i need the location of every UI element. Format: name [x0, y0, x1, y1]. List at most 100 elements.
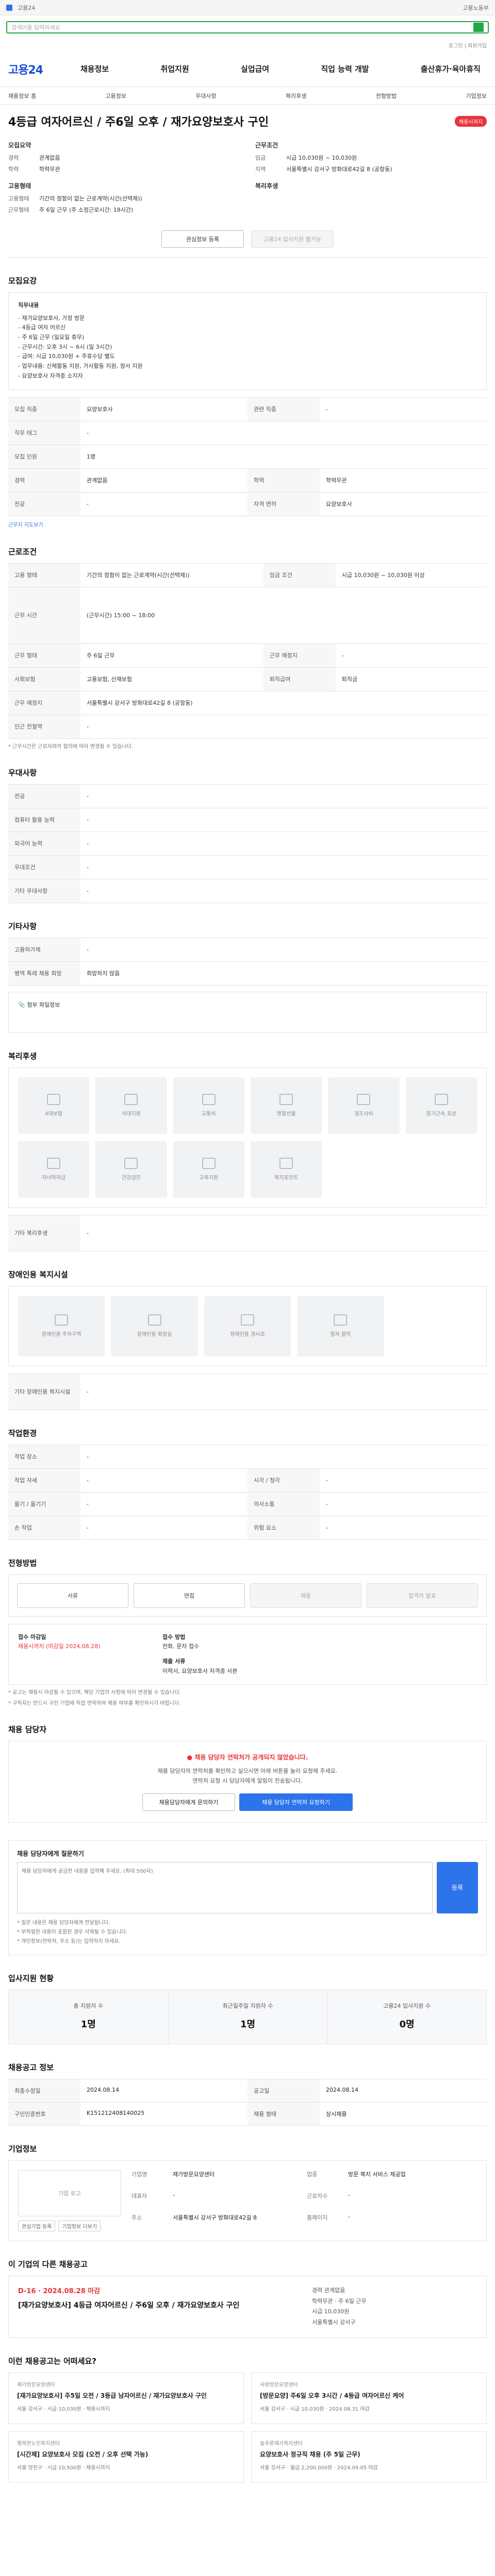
table-cell: - [80, 878, 487, 903]
list-item[interactable]: 행복한노인복지센터 [시간제] 요양보호사 모집 (오전 / 오후 선택 가능) 서… [8, 2431, 244, 2483]
list-item[interactable]: 재가방문요양센터 [재가요양보호사] 주5일 오전 / 3등급 남자어르신 / 재… [8, 2372, 244, 2425]
job-description: 직무내용 - 재가요양보호사, 가정 방문 - 4등급 여자 어르신 - 주 6… [8, 292, 487, 390]
topbar-left[interactable]: 고용24 [18, 4, 35, 12]
facility-card: 장애인용 화장실 [111, 1295, 198, 1357]
section-title: 근로조건 [8, 547, 37, 556]
gnb-item-3[interactable]: 직업 능력 개발 [321, 63, 369, 74]
table-cell: K151212408140025 [80, 2102, 248, 2125]
manager-section: 채용 담당자 ● 채용 담당자 연락처가 공개되지 않았습니다. 채용 담당자의… [8, 1706, 487, 1823]
subnav-item-0[interactable]: 채용정보 홈 [8, 92, 36, 100]
table-header-cell: 위험 요소 [248, 1515, 320, 1540]
manager-alert-text: 채용 담당자 연락처가 공개되지 않았습니다. [194, 1754, 308, 1761]
summary-welfare: 복리후생 [255, 181, 487, 217]
question-submit-button[interactable]: 등록 [437, 1861, 478, 1913]
process-step: 합격자 발표 [367, 1583, 478, 1608]
welfare-icon [47, 1158, 61, 1169]
map-link[interactable]: 근무지 지도보기 [8, 522, 43, 528]
site-logo[interactable]: 고용24 [8, 61, 80, 77]
table-row: 작업 장소 - [8, 1444, 487, 1468]
gnb-item-0[interactable]: 채용정보 [80, 63, 109, 74]
question-note: * 질문 내용은 채용 담당자에게 전달됩니다. [17, 1920, 110, 1926]
card-title[interactable]: 요양보호사 정규직 채용 (주 5일 근무) [260, 2450, 478, 2459]
welfare-label: 교육지원 [199, 1175, 219, 1181]
table-row: 직무 태그 - [8, 420, 487, 445]
disabled-grid: 장애인용 주차구역 장애인용 화장실 장애인용 경사로 점자 블럭 [8, 1285, 487, 1366]
request-contact-button[interactable]: 채용 담당자 연락처 요청하기 [239, 1793, 353, 1811]
gnb-item-1[interactable]: 취업지원 [160, 63, 189, 74]
kv-key: 고용형태 [8, 195, 29, 202]
table-row: 근무 시간 (근무시간) 15:00 ~ 18:00 [8, 586, 487, 643]
card-meta: 서울 강서구 · 시급 10,030원 · 2024.08.31 마감 [260, 2406, 370, 2413]
apply-method-value: 전화, 문자 접수 [162, 1643, 200, 1650]
corp-interest-button[interactable]: 관심기업 등록 [18, 2220, 56, 2231]
table-cell: 주 6일 근무 [80, 643, 263, 667]
table-header-cell: 사회보험 [8, 667, 80, 691]
table-row: 병역 특례 채용 희망 희망하지 않음 [8, 961, 487, 986]
process-note: * 공고는 채용시 마감될 수 있으며, 해당 기업의 사정에 따라 변경될 수… [8, 1690, 181, 1696]
corp-more-button[interactable]: 기업정보 더보기 [58, 2220, 101, 2231]
welfare-card: 장기근속 포상 [405, 1077, 477, 1134]
table-cell: - [80, 1468, 248, 1492]
work-section: 근로조건 고용 형태 기간의 정함이 없는 근로계약(시간(선택제)) 임금 조건 시… [8, 529, 487, 750]
stat-label: 총 지원자 수 [73, 2002, 104, 2009]
section-title: 우대사항 [8, 768, 37, 777]
apply-button[interactable]: 고용24 입사지원 불가능 [251, 230, 334, 248]
subnav-item-2[interactable]: 우대사항 [195, 92, 216, 100]
site-header: 고용24 채용정보 취업지원 실업급여 직업 능력 개발 출산휴가·육아휴직 [0, 51, 495, 87]
list-item[interactable]: 사랑방문요양센터 [방문요양] 주6일 오후 3시간 / 4등급 여자어르신 케어… [251, 2372, 487, 2425]
table-cell: 2024.08.14 [320, 2078, 487, 2102]
welfare-label: 4대보험 [45, 1111, 63, 1117]
card-title[interactable]: [시간제] 요양보호사 모집 (오전 / 오후 선택 가능) [17, 2450, 235, 2459]
other-jobs-section: 이 기업의 다른 채용공고 D-16 · 2024.08.28 마감 [재가요양… [8, 2241, 487, 2338]
card-title[interactable]: [방문요양] 주6일 오후 3시간 / 4등급 여자어르신 케어 [260, 2391, 478, 2400]
gnb-item-4[interactable]: 출산휴가·육아휴직 [421, 63, 481, 74]
desc-line: - 급여: 시급 10,030원 + 주휴수당 별도 [18, 353, 115, 360]
desc-line: - 업무내용: 신체활동 지원, 가사활동 지원, 정서 지원 [18, 363, 143, 370]
gnb-item-2[interactable]: 실업급여 [241, 63, 269, 74]
gov-logo-icon [6, 4, 12, 11]
kv-key: 경력 [8, 155, 19, 161]
section-title: 이런 채용공고는 어떠세요? [8, 2357, 96, 2366]
table-cell: 1명 [80, 444, 487, 468]
search-input[interactable]: 검색어를 입력하세요 [6, 21, 489, 33]
subnav-item-4[interactable]: 전형방법 [376, 92, 397, 100]
search-icon[interactable] [473, 23, 484, 32]
subnav-item-1[interactable]: 고용정보 [105, 92, 126, 100]
table-cell: - [335, 643, 487, 667]
table-header-cell: 고용허가제 [8, 937, 80, 961]
inquire-button[interactable]: 채용담당자에게 문의하기 [142, 1793, 235, 1811]
save-interest-button[interactable]: 관심정보 등록 [161, 230, 244, 248]
subnav-item-5[interactable]: 기업정보 [466, 92, 486, 100]
info-section: 채용공고 정보 최종수정일 2024.08.14 공고일 2024.08.14 구인인… [8, 2044, 487, 2126]
table-row: 우대조건 - [8, 855, 487, 879]
kv-value: 관계없음 [39, 155, 60, 161]
table-header-cell: 학력 [248, 468, 320, 492]
section-title: 이 기업의 다른 채용공고 [8, 2259, 88, 2269]
subnav-item-3[interactable]: 복리후생 [286, 92, 306, 100]
list-item[interactable]: 늘푸른재가복지센터 요양보호사 정규직 채용 (주 5일 근무) 서울 강서구 · … [251, 2431, 487, 2483]
other-job-card[interactable]: D-16 · 2024.08.28 마감 [재가요양보호사] 4등급 여자어르신… [8, 2275, 487, 2338]
stat-item: 고용24 입사지원 수 0명 [327, 1990, 486, 2044]
table-cell: - [80, 492, 248, 516]
facility-card: 장애인용 경사로 [204, 1295, 291, 1357]
util-links[interactable]: 로그인 | 회원가입 [0, 39, 495, 51]
welfare-card: 교통비 [173, 1077, 244, 1134]
table-header-cell: 컴퓨터 활용 능력 [8, 807, 80, 832]
table-cell: 시급 10,030원 ~ 10,030원 이상 [335, 563, 487, 587]
other-job-title[interactable]: [재가요양보호사] 4등급 여자어르신 / 주6일 오후 / 재가요양보호사 구… [18, 2300, 239, 2311]
card-meta: 서울 양천구 · 시급 10,500원 · 채용시까지 [17, 2465, 110, 2471]
top-utility-bar: 고용24 고용노동부 [0, 0, 495, 15]
card-title[interactable]: [재가요양보호사] 주5일 오전 / 3등급 남자어르신 / 재가요양보호사 구… [17, 2391, 235, 2400]
topbar-right[interactable]: 고용노동부 [463, 4, 489, 12]
facility-card: 장애인용 주차구역 [18, 1295, 105, 1357]
table-cell: 관계없음 [80, 468, 248, 492]
kv-value: 기간의 정함이 없는 근로계약(시간(선택제)) [39, 195, 142, 202]
table-header-cell: 채용 형태 [248, 2102, 320, 2125]
table-header-cell: 의사소통 [248, 1492, 320, 1516]
welfare-label: 복지포인트 [274, 1175, 299, 1181]
welfare-icon [434, 1094, 448, 1105]
question-input[interactable] [17, 1861, 433, 1913]
disabled-other: 기타 장애인용 복지시설 - [8, 1373, 487, 1410]
table-header-cell: 모집 직종 [8, 397, 80, 421]
summary-conditions: 근무조건 임금 시급 10,030원 ~ 10,030원 지역 서울특별시 강서구 … [255, 141, 487, 176]
